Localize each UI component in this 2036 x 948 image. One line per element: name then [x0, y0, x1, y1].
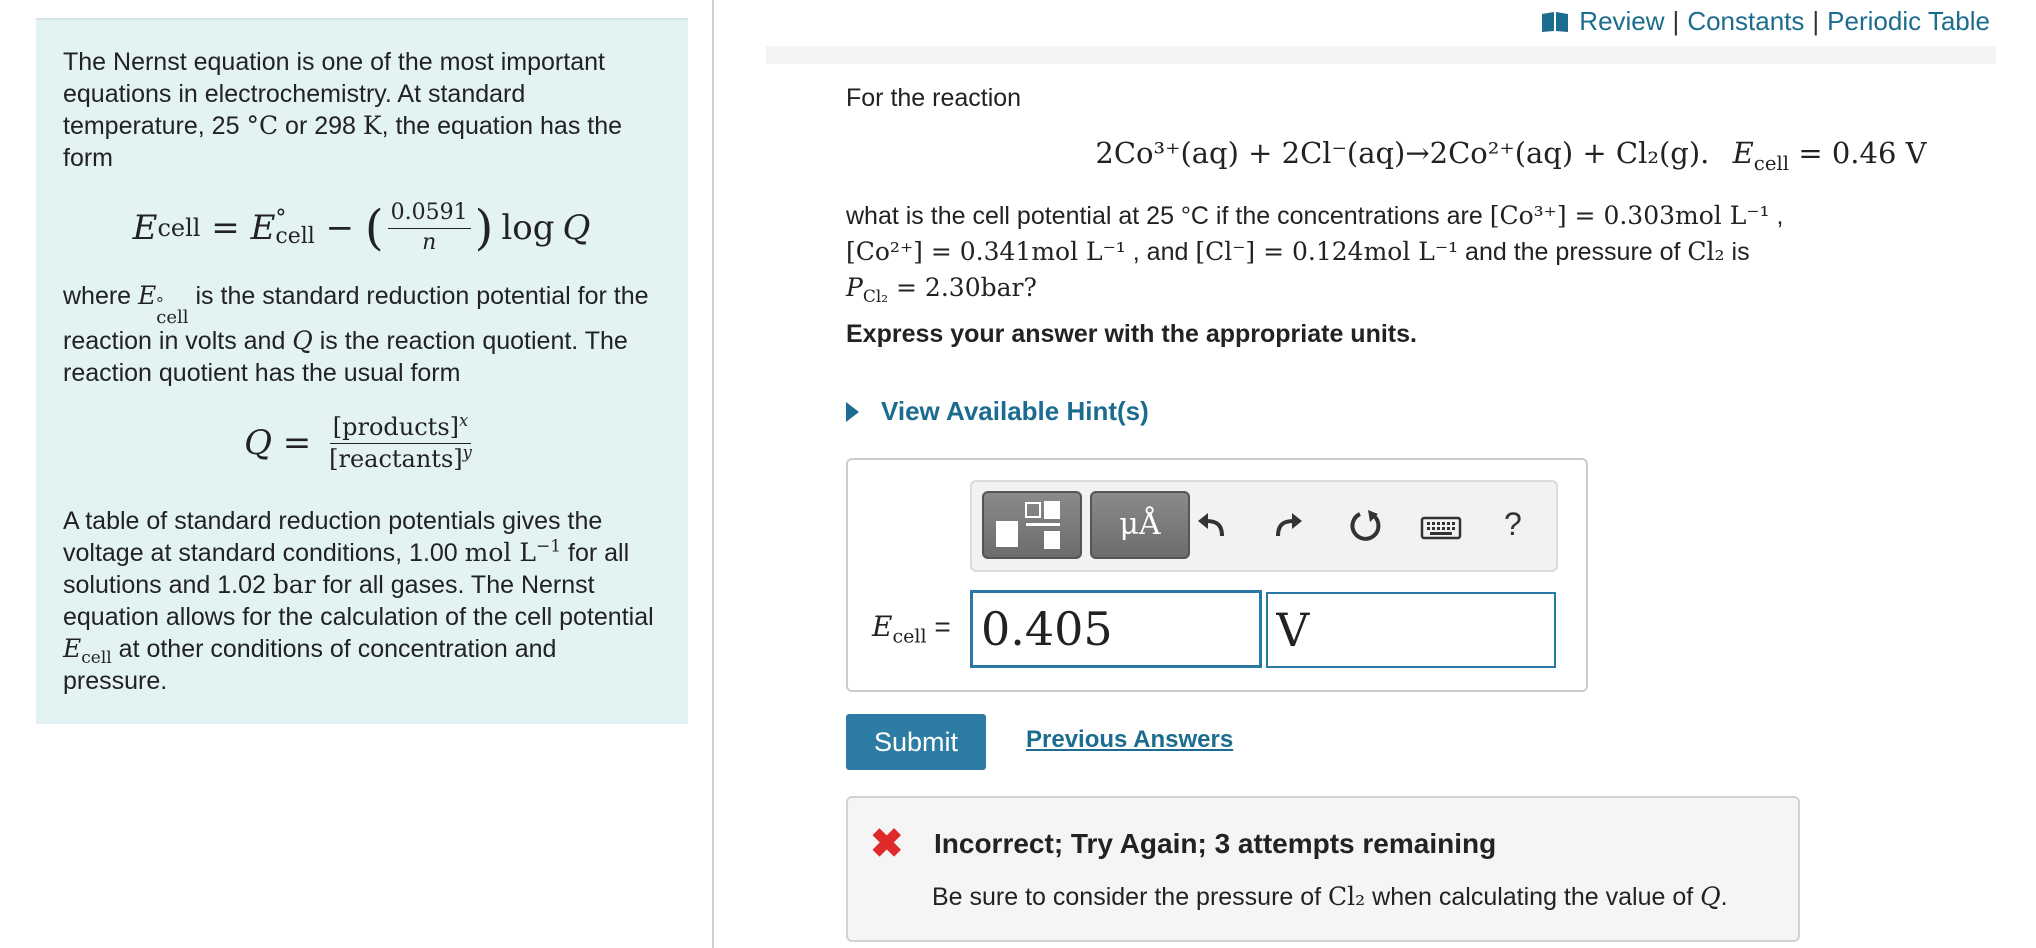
eq-q: Q [562, 208, 591, 248]
link-separator: | [1672, 6, 1680, 36]
units-label: μÅ [1119, 507, 1161, 542]
q-num-sup: x [459, 411, 469, 431]
value-input[interactable] [970, 590, 1262, 668]
resource-links: Review | Constants | Periodic Table [1541, 6, 1990, 37]
reset-icon[interactable] [1348, 508, 1384, 544]
intro-panel: The Nernst equation is one of the most i… [36, 18, 688, 724]
incorrect-x-icon: ✖ [870, 822, 904, 866]
instruction: Express your answer with the appropriate… [846, 320, 1417, 348]
feedback-message: Be sure to consider the pressure of Cl₂ … [932, 882, 1728, 912]
reaction-e0: E [1732, 136, 1754, 170]
eq-lhs: E [132, 208, 158, 248]
feedback-text-b: when calculating the value of [1365, 883, 1701, 911]
submit-button[interactable]: Submit [846, 714, 986, 770]
header-strip [766, 46, 1996, 64]
feedback-end: . [1720, 883, 1728, 911]
answer-label: Ecell = [872, 610, 951, 646]
q-den-sup: y [462, 442, 472, 462]
view-hints-toggle[interactable]: View Available Hint(s) [846, 396, 1149, 427]
table-paragraph: A table of standard reduction potentials… [63, 505, 660, 697]
templates-button[interactable] [982, 491, 1082, 559]
q-lhs: Q [244, 423, 272, 463]
conc-co3: [Co³⁺] = 0.303mol L⁻¹ [1489, 201, 1770, 230]
caret-right-icon [846, 401, 859, 422]
q-equals: = [272, 423, 323, 463]
conc-co2: [Co²⁺] = 0.341mol L⁻¹ [846, 237, 1126, 266]
degree-celsius: °C [246, 111, 279, 140]
hint-label: View Available Hint(s) [881, 396, 1149, 426]
reaction-equation: 2Co³⁺(aq) + 2Cl⁻(aq)→2Co²⁺(aq) + Cl₂(g).… [846, 136, 1996, 184]
question-body: what is the cell potential at 25 °C if t… [846, 198, 1996, 306]
eq-fraction: 0.0591 n [387, 201, 471, 255]
eq-e0: E [250, 208, 276, 248]
feedback-q: Q [1700, 882, 1721, 911]
table-unit: mol L [464, 538, 536, 567]
units-button[interactable]: μÅ [1090, 491, 1190, 559]
answer-label-e: E [872, 610, 893, 643]
question-is: is [1724, 238, 1750, 266]
reaction-text: 2Co³⁺(aq) + 2Cl⁻(aq)→2Co²⁺(aq) + Cl₂(g). [1095, 136, 1710, 170]
eq-num: 0.0591 [387, 201, 471, 229]
intro-or: or 298 [278, 112, 363, 140]
question-area: For the reaction 2Co³⁺(aq) + 2Cl⁻(aq)→2C… [846, 80, 1996, 352]
where-e: E [138, 281, 157, 310]
q-fraction: [products]x [reactants]y [326, 411, 475, 473]
table-unit-sup: −1 [535, 536, 562, 557]
nernst-equation: Ecell = E ° cell − ( 0.0591 n ) log Q [132, 200, 591, 256]
feedback-panel: ✖ Incorrect; Try Again; 3 attempts remai… [846, 796, 1800, 942]
eq-equals: = [200, 208, 251, 248]
pressure-sub: Cl₂ [862, 287, 889, 307]
kelvin-unit: K [362, 111, 382, 140]
where-sub: cell [156, 307, 189, 328]
pressure-value: = 2.30bar? [888, 273, 1037, 302]
quotient-equation: Q = [products]x [reactants]y [63, 395, 660, 491]
question-and: , and [1125, 238, 1196, 266]
undo-icon[interactable] [1194, 508, 1230, 544]
periodic-table-link[interactable]: Periodic Table [1827, 6, 1990, 37]
intro-paragraph: The Nernst equation is one of the most i… [63, 46, 660, 174]
help-button[interactable]: ? [1504, 506, 1522, 543]
question-comma: , [1769, 202, 1784, 230]
eq-den: n [422, 229, 437, 255]
q-num: [products] [332, 413, 459, 442]
reaction-e0-value: = 0.46 V [1789, 136, 1927, 170]
redo-icon[interactable] [1270, 508, 1306, 544]
table-e: E [63, 634, 82, 663]
where-text: where [63, 282, 139, 310]
table-bar: bar [272, 570, 316, 599]
feedback-title: Incorrect; Try Again; 3 attempts remaini… [934, 828, 1497, 859]
eq-log: log [501, 208, 555, 248]
answer-label-eq: = [926, 611, 951, 642]
feedback-text-a: Be sure to consider the pressure of [932, 883, 1329, 911]
conc-cl: [Cl⁻] = 0.124mol L⁻¹ [1195, 237, 1459, 266]
question-cl2: Cl₂ [1687, 237, 1725, 266]
pressure-p: P [846, 273, 863, 302]
column-divider [712, 0, 714, 948]
answer-label-sub: cell [892, 625, 927, 648]
eq-e0-sub: cell [275, 224, 315, 249]
table-e-sub: cell [81, 648, 112, 668]
book-icon [1542, 11, 1569, 32]
eq-minus: − [314, 208, 365, 248]
answer-box: μÅ ? Ecell = [846, 458, 1588, 692]
unit-input[interactable] [1266, 592, 1556, 668]
constants-link[interactable]: Constants [1687, 6, 1804, 37]
q-den: [reactants] [329, 444, 463, 473]
question-text-a: what is the cell potential at 25 °C if t… [846, 202, 1490, 230]
feedback-cl2: Cl₂ [1328, 882, 1366, 911]
keyboard-icon[interactable] [1420, 508, 1462, 544]
review-link[interactable]: Review [1579, 6, 1664, 37]
question-intro: For the reaction [846, 84, 1022, 112]
previous-answers-link[interactable]: Previous Answers [1026, 726, 1233, 754]
table-text-d: at other conditions of concentration and… [63, 635, 557, 695]
where-paragraph: where E ° cell is the standard reduction p… [63, 280, 660, 389]
templates-icon [996, 501, 1060, 549]
question-pressure: and the pressure of [1458, 238, 1688, 266]
where-q: Q [292, 326, 313, 355]
math-toolbar: μÅ ? [970, 480, 1558, 572]
link-separator: | [1812, 6, 1820, 36]
reaction-e0-sub: cell [1753, 151, 1790, 175]
